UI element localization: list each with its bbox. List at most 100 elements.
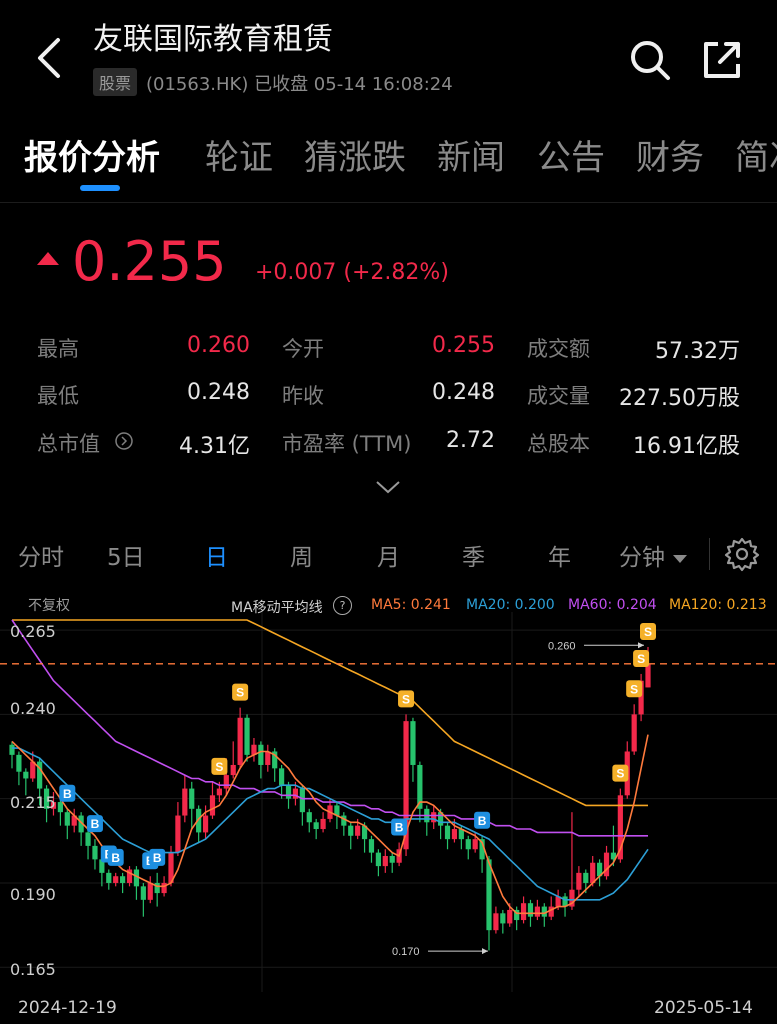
candle-body (154, 882, 160, 894)
candle-body (161, 882, 167, 894)
candle-body (583, 872, 589, 883)
tab-financials[interactable]: 财务 (636, 130, 704, 179)
sell-marker-label: S (616, 767, 624, 781)
divider (709, 538, 710, 570)
stat-value: 0.260 (187, 333, 250, 358)
search-icon[interactable] (628, 38, 672, 82)
candle-body (120, 876, 126, 883)
candle-body (465, 839, 471, 850)
y-tick-label: 0.265 (10, 622, 56, 641)
last-price: 0.255 (72, 230, 227, 293)
ma20-label: MA20: 0.200 (466, 597, 555, 613)
candle-body (444, 825, 451, 840)
up-arrow-icon (37, 252, 59, 265)
high-note: 0.260 (548, 640, 576, 652)
tab-quote-analysis[interactable]: 报价分析 (24, 130, 160, 179)
sell-marker-label: S (637, 652, 645, 666)
price-change: +0.007 (+2.82%) (255, 260, 449, 285)
candle-body (507, 909, 513, 924)
stat-label: 今开 (282, 337, 324, 361)
period-tab-minute-label: 分钟 (619, 545, 665, 571)
gear-icon[interactable] (724, 536, 760, 572)
share-icon[interactable] (700, 38, 744, 82)
stat-value: 227.50万股 (619, 386, 740, 411)
candle-body (348, 825, 354, 836)
candle-body (486, 859, 492, 931)
candle-body (431, 812, 437, 823)
stat-label: 总股本 (527, 432, 590, 456)
stat-label: 成交量 (527, 384, 590, 408)
stat-value: 0.248 (187, 380, 250, 405)
high-arrowhead (638, 642, 644, 649)
candle-body (576, 872, 582, 890)
candle-body (57, 802, 63, 813)
x-start-date: 2024-12-19 (18, 998, 117, 1018)
buy-marker-label: B (63, 787, 72, 801)
ma60-label: MA60: 0.204 (568, 597, 657, 613)
candle-body (92, 845, 98, 860)
candle-body (202, 815, 209, 833)
low-note: 0.170 (392, 946, 420, 958)
period-tab-day[interactable]: 日 (205, 538, 228, 572)
candle-body (106, 872, 112, 883)
candle-body (189, 788, 195, 809)
ma120-label: MA120: 0.213 (669, 597, 767, 613)
candle-body (299, 788, 305, 813)
tab-warrants[interactable]: 轮证 (205, 130, 273, 179)
period-tab-minute[interactable]: 分钟 (619, 538, 688, 572)
back-arrow-icon[interactable] (30, 30, 70, 86)
candle-body (285, 785, 292, 799)
candle-body (279, 768, 285, 786)
period-tab-intraday[interactable]: 分时 (18, 538, 64, 572)
candle-body (410, 721, 416, 765)
sell-marker-label: S (630, 682, 638, 696)
candle-body (355, 825, 361, 836)
candle-body (645, 663, 651, 688)
ma5-label: MA5: 0.241 (371, 597, 451, 613)
candle-body (244, 717, 250, 755)
stat-label: 成交额 (527, 337, 590, 361)
stat-label: 总市值 (37, 432, 100, 456)
candle-body (527, 903, 534, 917)
candle-body (147, 882, 153, 900)
candle-body (590, 862, 596, 883)
candle-body (216, 788, 222, 796)
stat-value: 2.72 (446, 428, 495, 453)
stat-value: 0.248 (432, 380, 495, 405)
candle-body (493, 913, 499, 931)
period-tab-month[interactable]: 月 (377, 538, 400, 572)
candle-body (182, 788, 188, 816)
candle-body (209, 795, 216, 816)
buy-marker-label: B (111, 851, 120, 865)
period-tab-year[interactable]: 年 (548, 538, 571, 572)
candle-body (500, 913, 506, 924)
y-tick-label: 0.190 (10, 885, 56, 904)
candle-body (9, 744, 15, 755)
tab-profile[interactable]: 简况 (735, 130, 777, 174)
candle-body (113, 876, 119, 883)
y-tick-label: 0.240 (10, 699, 56, 718)
y-tick-label: 0.165 (10, 960, 56, 979)
candle-body (313, 822, 319, 830)
candle-body (23, 771, 29, 779)
candle-body (520, 903, 527, 921)
period-tab-5day[interactable]: 5日 (107, 538, 145, 572)
candle-body (472, 839, 478, 850)
chevron-down-icon[interactable] (375, 480, 401, 494)
period-tab-quarter[interactable]: 季 (462, 538, 485, 572)
kline-chart[interactable]: 0.2600.170BBBBBBSSBSBSSSS (0, 612, 777, 992)
candle-body (223, 775, 229, 789)
candle-body (451, 829, 458, 840)
stat-value: 16.91亿股 (633, 434, 740, 459)
candle-body (237, 717, 243, 765)
y-tick-label: 0.215 (10, 793, 56, 812)
tab-news[interactable]: 新闻 (437, 130, 505, 179)
period-tab-week[interactable]: 周 (290, 538, 313, 572)
tab-predict[interactable]: 猜涨跌 (304, 130, 406, 179)
divider (0, 202, 777, 203)
tab-announcements[interactable]: 公告 (537, 130, 605, 179)
candle-body (85, 832, 91, 846)
active-tab-indicator (80, 185, 120, 191)
stat-label: 最高 (37, 337, 79, 361)
stock-name: 友联国际教育租赁 (93, 22, 333, 57)
